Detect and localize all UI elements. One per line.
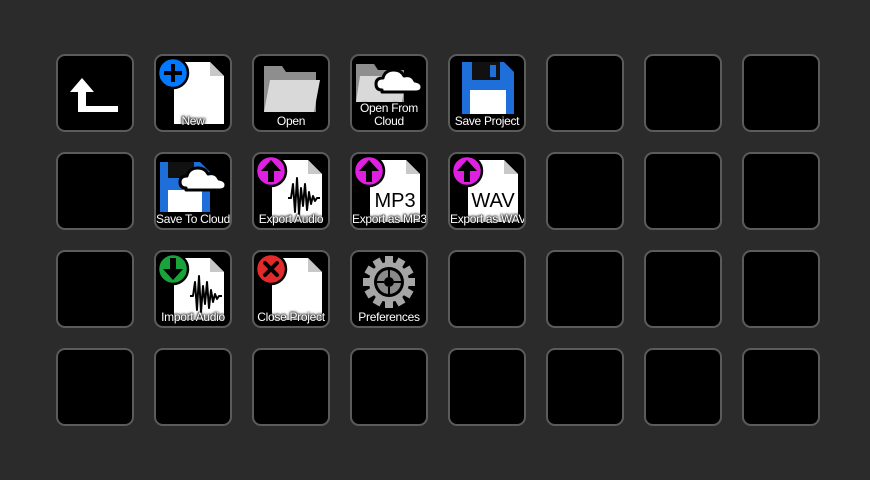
new-key[interactable]: New [154, 54, 232, 132]
empty-key-r4c8[interactable] [742, 348, 820, 426]
export-wav-key[interactable]: WAV Export as WAV [448, 152, 526, 230]
wav-badge: WAV [471, 190, 515, 212]
preferences-key-label: Preferences [358, 310, 420, 324]
empty-key-r3c7[interactable] [644, 250, 722, 328]
empty-key-r3c6[interactable] [546, 250, 624, 328]
empty-key-r4c7[interactable] [644, 348, 722, 426]
save-project-key[interactable]: Save Project [448, 54, 526, 132]
export-mp3-key[interactable]: MP3 Export as MP3 [350, 152, 428, 230]
empty-key-r4c6[interactable] [546, 348, 624, 426]
empty-key-r3c8[interactable] [742, 250, 820, 328]
open-from-cloud-key[interactable]: Open From Cloud [350, 54, 428, 132]
save-to-cloud-key-label: Save To Cloud [156, 212, 230, 226]
mp3-badge: MP3 [374, 190, 415, 212]
empty-key-r2c6[interactable] [546, 152, 624, 230]
empty-key-r1c6[interactable] [546, 54, 624, 132]
export-audio-key-label: Export Audio [258, 212, 324, 226]
empty-key-r4c5[interactable] [448, 348, 526, 426]
empty-key-r4c4[interactable] [350, 348, 428, 426]
empty-key-r2c8[interactable] [742, 152, 820, 230]
back-key[interactable] [56, 54, 134, 132]
export-mp3-key-label: Export as MP3 [352, 212, 427, 226]
empty-key-r2c1[interactable] [56, 152, 134, 230]
import-audio-key[interactable]: Import Audio [154, 250, 232, 328]
empty-key-r1c7[interactable] [644, 54, 722, 132]
save-project-key-label: Save Project [454, 114, 520, 128]
close-project-key-label: Close Project [257, 310, 325, 324]
close-project-key[interactable]: Close Project [252, 250, 330, 328]
empty-key-r3c5[interactable] [448, 250, 526, 328]
corner-up-left-arrow-icon [70, 78, 118, 112]
empty-key-r4c2[interactable] [154, 348, 232, 426]
export-audio-key[interactable]: Export Audio [252, 152, 330, 230]
empty-key-r1c8[interactable] [742, 54, 820, 132]
open-from-cloud-key-label: Open From Cloud [360, 101, 418, 128]
open-key[interactable]: Open [252, 54, 330, 132]
stream-deck-grid: New Open Open From Cloud Save Project Sa… [56, 54, 820, 426]
import-audio-key-label: Import Audio [161, 310, 225, 324]
empty-key-r3c1[interactable] [56, 250, 134, 328]
export-wav-key-label: Export as WAV [450, 212, 526, 226]
new-key-label: New [181, 114, 205, 128]
empty-key-r4c1[interactable] [56, 348, 134, 426]
preferences-key[interactable]: Preferences [350, 250, 428, 328]
empty-key-r4c3[interactable] [252, 348, 330, 426]
save-to-cloud-key[interactable]: Save To Cloud [154, 152, 232, 230]
empty-key-r2c7[interactable] [644, 152, 722, 230]
open-key-label: Open [276, 114, 306, 128]
